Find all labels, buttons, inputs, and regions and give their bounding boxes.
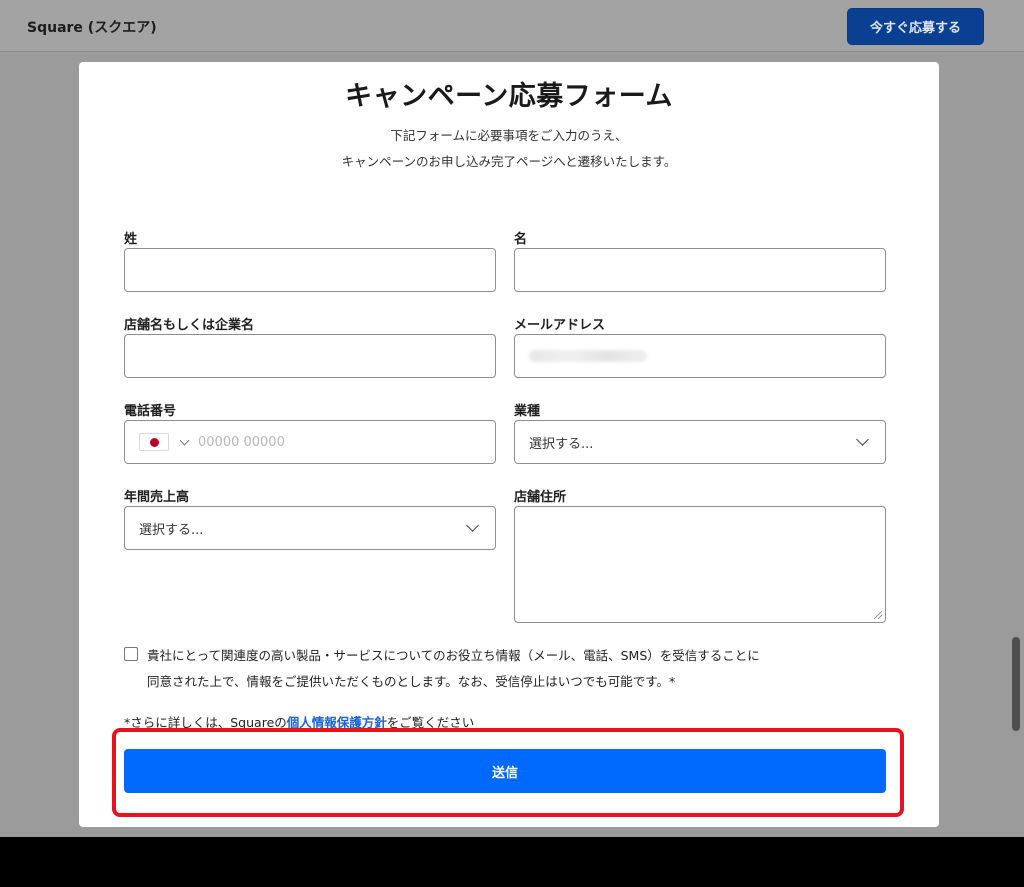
address-textarea[interactable]: [514, 506, 886, 623]
annual-sales-label: 年間売上高: [124, 490, 190, 505]
resize-handle-icon[interactable]: [874, 611, 882, 619]
company-label: 店舗名もしくは企業名: [124, 318, 255, 333]
submit-highlight-annotation: [112, 728, 904, 817]
phone-placeholder: 00000 00000: [198, 434, 285, 450]
first-name-input[interactable]: [514, 248, 886, 292]
form-title: キャンペーン応募フォーム: [345, 81, 673, 112]
email-label: メールアドレス: [514, 318, 606, 333]
last-name-input[interactable]: [124, 248, 496, 292]
annual-sales-select[interactable]: 選択する...: [124, 506, 496, 550]
industry-select[interactable]: 選択する...: [514, 420, 886, 464]
scrollbar-thumb[interactable]: [1012, 637, 1020, 731]
form-subtitle-line1: 下記フォームに必要事項をご入力のうえ、: [390, 128, 628, 143]
address-label: 店舗住所: [514, 490, 567, 505]
phone-input[interactable]: 00000 00000: [124, 420, 496, 464]
apply-now-button[interactable]: 今すぐ応募する: [848, 9, 983, 44]
consent-text-line1: 貴社にとって関連度の高い製品・サービスについてのお役立ち情報（メール、電話、SM…: [147, 648, 760, 663]
chevron-down-icon: [856, 433, 869, 446]
site-header: Square (スクエア) 今すぐ応募する: [0, 0, 1024, 52]
first-name-label: 名: [514, 232, 528, 247]
form-subtitle-line2: キャンペーンのお申し込み完了ページへと遷移いたします。: [341, 154, 677, 169]
company-input[interactable]: [124, 334, 496, 378]
email-input[interactable]: [514, 334, 886, 378]
annual-sales-selected-value: 選択する...: [139, 522, 204, 538]
bottom-black-bar: [0, 837, 1024, 887]
brand-name[interactable]: Square (スクエア): [27, 17, 157, 37]
industry-selected-value: 選択する...: [529, 436, 594, 452]
phone-label: 電話番号: [124, 404, 177, 419]
japan-flag-icon[interactable]: [139, 433, 169, 451]
redacted-email-value: [529, 350, 647, 362]
chevron-down-icon: [466, 519, 479, 532]
campaign-form-modal: キャンペーン応募フォーム 下記フォームに必要事項をご入力のうえ、 キャンペーンの…: [79, 62, 939, 827]
industry-label: 業種: [514, 404, 541, 419]
consent-text-line2: 同意された上で、情報をご提供いただくものとします。なお、受信停止はいつでも可能で…: [147, 674, 676, 689]
chevron-down-icon[interactable]: [179, 435, 190, 445]
last-name-label: 姓: [124, 232, 138, 247]
consent-checkbox[interactable]: [124, 647, 138, 661]
